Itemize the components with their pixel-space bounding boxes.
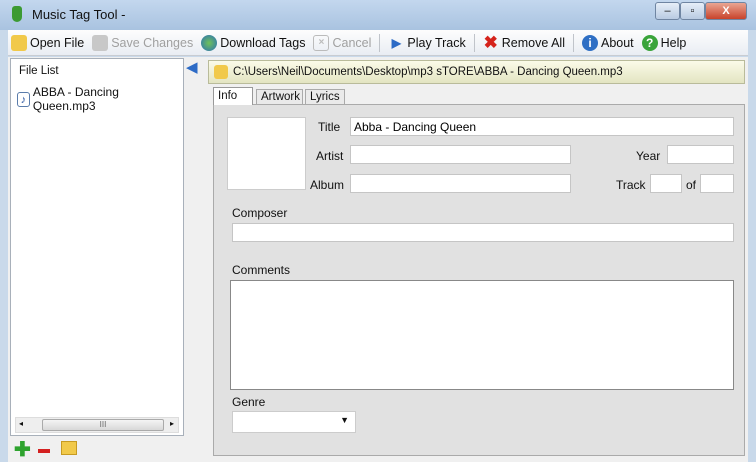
- info-icon: i: [581, 34, 598, 51]
- download-tags-button[interactable]: Download Tags: [201, 34, 306, 51]
- collapse-panel-arrow-icon[interactable]: ◀: [186, 58, 198, 76]
- cancel-button[interactable]: × Cancel: [313, 34, 372, 51]
- artist-label: Artist: [316, 149, 344, 163]
- horizontal-scrollbar[interactable]: ◂ III ▸: [15, 417, 179, 433]
- year-label: Year: [636, 149, 661, 163]
- folder-icon: [11, 34, 27, 51]
- chevron-down-icon: ▼: [340, 415, 349, 425]
- play-track-button[interactable]: ▶ Play Track: [388, 35, 466, 51]
- composer-input[interactable]: [232, 223, 734, 242]
- composer-label: Composer: [232, 206, 288, 220]
- maximize-button[interactable]: ▫: [680, 2, 705, 20]
- title-label: Title: [318, 120, 341, 134]
- file-path: C:\Users\Neil\Documents\Desktop\mp3 sTOR…: [233, 66, 623, 78]
- separator: [473, 33, 475, 52]
- help-button[interactable]: ? Help: [641, 34, 687, 51]
- globe-icon: [201, 34, 218, 51]
- title-input[interactable]: [350, 117, 734, 136]
- tab-lyrics[interactable]: Lyrics: [305, 89, 345, 105]
- save-changes-button[interactable]: Save Changes: [92, 34, 194, 51]
- save-icon: [92, 34, 109, 51]
- open-file-button[interactable]: Open File: [11, 34, 85, 51]
- genre-label: Genre: [232, 395, 266, 409]
- of-label: of: [686, 178, 697, 192]
- file-list-header: File List: [19, 65, 59, 77]
- edit-tag-icon: [214, 65, 228, 79]
- button-label: About: [600, 35, 634, 50]
- album-label: Album: [310, 178, 345, 192]
- comments-textarea[interactable]: [230, 280, 734, 390]
- genre-dropdown[interactable]: ▼: [232, 411, 356, 433]
- button-label: Save Changes: [111, 35, 194, 50]
- add-file-button[interactable]: ✚: [14, 440, 31, 460]
- path-bar: C:\Users\Neil\Documents\Desktop\mp3 sTOR…: [208, 60, 745, 84]
- button-label: Download Tags: [220, 35, 306, 50]
- button-label: Cancel: [332, 35, 372, 50]
- remove-all-button[interactable]: ✖ Remove All: [483, 32, 565, 52]
- button-label: Open File: [30, 35, 85, 50]
- scroll-right-arrow[interactable]: ▸: [170, 419, 174, 428]
- window-title: Music Tag Tool -: [32, 7, 126, 22]
- track-label: Track: [616, 178, 646, 192]
- red-x-icon: ✖: [483, 32, 498, 52]
- play-icon: ▶: [391, 35, 401, 50]
- app-icon: [12, 6, 22, 22]
- file-list-panel: File List ♪ ABBA - Dancing Queen.mp3 ◂ I…: [10, 58, 184, 436]
- toolbar: Open File Save Changes Download Tags × Ca…: [8, 30, 748, 56]
- tab-artwork[interactable]: Artwork: [256, 89, 303, 105]
- separator: [379, 33, 381, 52]
- help-icon: ?: [641, 34, 658, 51]
- button-label: Remove All: [501, 35, 565, 50]
- about-button[interactable]: i About: [581, 34, 634, 51]
- comments-label: Comments: [232, 263, 291, 277]
- file-list-item[interactable]: ♪ ABBA - Dancing Queen.mp3: [17, 85, 183, 113]
- scroll-left-arrow[interactable]: ◂: [19, 419, 23, 428]
- album-art-box[interactable]: [227, 117, 306, 190]
- music-file-icon: ♪: [17, 91, 30, 107]
- button-label: Play Track: [407, 35, 466, 50]
- remove-file-button[interactable]: [38, 449, 50, 453]
- year-input[interactable]: [667, 145, 734, 164]
- cancel-icon: ×: [313, 34, 330, 51]
- track-total-input[interactable]: [700, 174, 734, 193]
- button-label: Help: [660, 35, 687, 50]
- title-bar: Music Tag Tool - – ▫ X: [0, 0, 756, 30]
- artist-input[interactable]: [350, 145, 571, 164]
- track-input[interactable]: [650, 174, 682, 193]
- minimize-button[interactable]: –: [655, 2, 680, 20]
- file-name: ABBA - Dancing Queen.mp3: [32, 85, 119, 113]
- open-folder-button[interactable]: [61, 441, 77, 455]
- scroll-thumb[interactable]: III: [42, 419, 164, 431]
- separator: [572, 33, 574, 52]
- tab-info[interactable]: Info: [213, 87, 253, 105]
- close-button[interactable]: X: [705, 2, 747, 20]
- album-input[interactable]: [350, 174, 571, 193]
